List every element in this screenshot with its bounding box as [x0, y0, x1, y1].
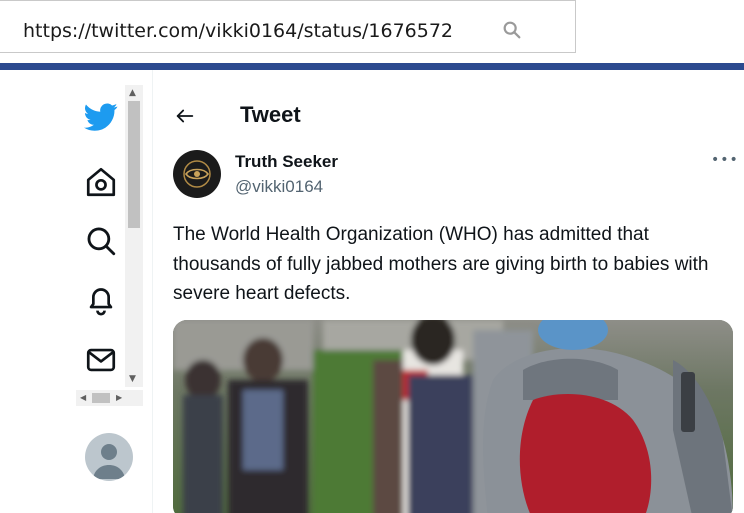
twitter-bird-icon[interactable] — [84, 100, 118, 134]
bell-icon[interactable] — [84, 283, 118, 317]
scroll-left-icon[interactable]: ◀ — [80, 393, 86, 403]
mail-icon[interactable] — [84, 343, 118, 377]
scroll-up-icon[interactable]: ▲ — [129, 88, 136, 98]
nav-vertical-scrollbar[interactable]: ▲ ▼ — [125, 85, 143, 387]
photo-crowd-image — [173, 320, 733, 513]
scrollbar-thumb[interactable] — [128, 101, 140, 228]
search-icon[interactable] — [501, 19, 523, 41]
tweet-image[interactable] — [173, 320, 733, 513]
scroll-right-icon[interactable]: ▶ — [116, 393, 122, 403]
accent-bar — [0, 63, 744, 70]
default-user-icon — [93, 444, 125, 479]
left-nav: ▲ ▼ ◀ ▶ — [0, 70, 153, 513]
nav-horizontal-scrollbar[interactable]: ◀ ▶ — [76, 390, 143, 406]
tweet-text: The World Health Organization (WHO) has … — [173, 224, 709, 304]
scroll-down-icon[interactable]: ▼ — [129, 374, 136, 384]
author-name[interactable]: Truth Seeker — [235, 152, 338, 172]
hscroll-thumb[interactable] — [92, 393, 110, 403]
url-text[interactable]: https://twitter.com/vikki0164/status/167… — [23, 20, 473, 42]
eye-emblem-icon — [183, 160, 211, 188]
author-handle[interactable]: @vikki0164 — [235, 177, 323, 197]
account-avatar[interactable] — [85, 433, 133, 481]
more-options-button[interactable]: ••• — [711, 152, 738, 172]
page-title: Tweet — [240, 102, 301, 127]
search-nav-icon[interactable] — [84, 224, 118, 258]
author-avatar[interactable] — [173, 150, 221, 198]
home-icon[interactable] — [84, 165, 118, 199]
back-arrow-icon[interactable] — [174, 105, 196, 127]
address-bar[interactable]: https://twitter.com/vikki0164/status/167… — [0, 0, 576, 53]
